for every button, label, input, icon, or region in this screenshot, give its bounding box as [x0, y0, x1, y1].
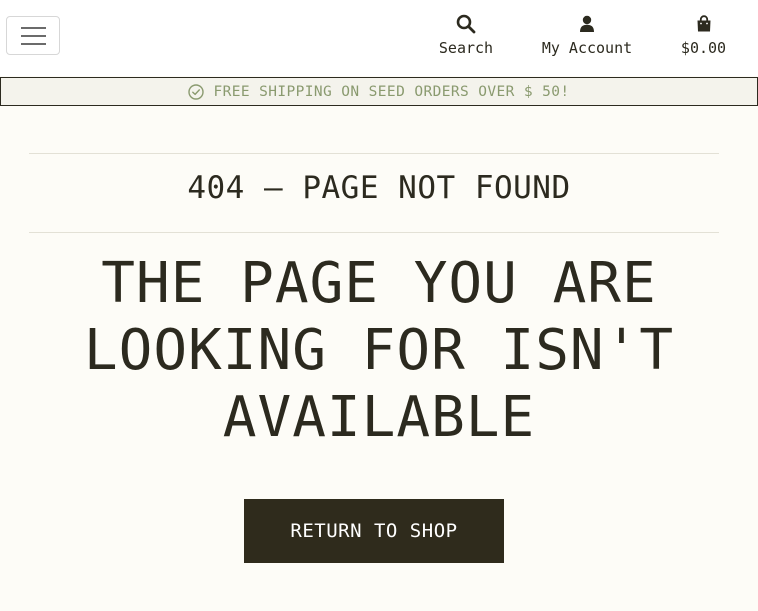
divider-top [29, 153, 719, 154]
return-to-shop-button[interactable]: RETURN TO SHOP [244, 499, 504, 563]
hamburger-icon-bar [21, 43, 46, 45]
hamburger-icon-bar [21, 35, 46, 37]
heading-line: THE PAGE YOU ARE [101, 251, 657, 316]
my-account-label: My Account [541, 39, 633, 57]
error-status: 404 – PAGE NOT FOUND [187, 170, 571, 206]
heading-line: LOOKING FOR ISN'T [83, 318, 675, 383]
menu-toggle-button[interactable] [6, 16, 60, 55]
user-icon [575, 12, 599, 36]
shopping-bag-icon [692, 12, 716, 36]
my-account-link[interactable]: My Account [541, 12, 633, 57]
promo-text: FREE SHIPPING ON SEED ORDERS OVER $ 50! [213, 83, 570, 100]
heading-line: AVAILABLE [222, 385, 536, 450]
divider-bottom [29, 232, 719, 233]
search-link[interactable]: Search [439, 12, 493, 57]
search-label: Search [438, 39, 494, 57]
page-heading: THE PAGE YOU ARE LOOKING FOR ISN'T AVAIL… [0, 250, 758, 451]
cart-total: $0.00 [680, 39, 727, 57]
check-circle-icon [188, 83, 205, 100]
promo-banner: FREE SHIPPING ON SEED ORDERS OVER $ 50! [0, 77, 758, 106]
hamburger-icon [21, 27, 46, 29]
search-icon [454, 12, 478, 36]
cart-link[interactable]: $0.00 [680, 12, 727, 57]
site-header: Search My Account $0.00 [0, 0, 758, 76]
